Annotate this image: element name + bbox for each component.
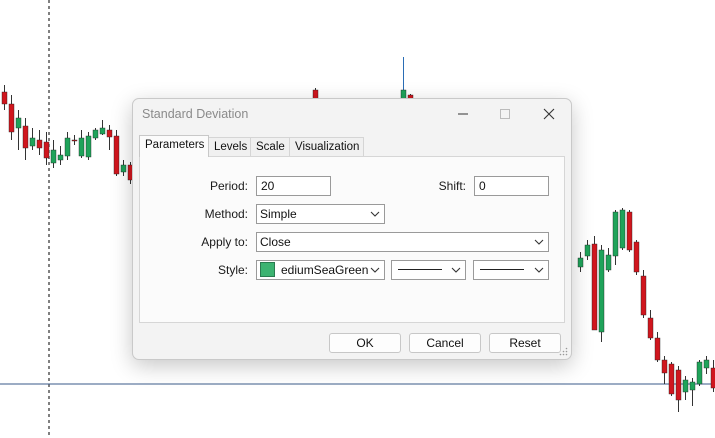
candle-body bbox=[106, 129, 113, 138]
tab-levels[interactable]: Levels bbox=[208, 137, 251, 156]
candle-body bbox=[85, 135, 92, 158]
candle-body bbox=[598, 249, 605, 333]
maximize-icon bbox=[500, 109, 510, 119]
candle-body bbox=[668, 363, 675, 395]
candle-body bbox=[22, 125, 29, 149]
close-button[interactable] bbox=[527, 99, 571, 129]
resize-grip-icon[interactable] bbox=[559, 347, 568, 356]
minimize-icon bbox=[458, 113, 468, 115]
period-input[interactable]: 20 bbox=[256, 176, 331, 196]
candle-body bbox=[605, 254, 612, 271]
candle-body bbox=[99, 127, 106, 135]
candle-body bbox=[696, 361, 703, 385]
candle-body bbox=[633, 241, 640, 273]
maximize-button[interactable] bbox=[483, 99, 527, 129]
candle-body bbox=[675, 369, 682, 401]
chevron-down-icon bbox=[534, 267, 544, 273]
chevron-down-icon bbox=[370, 211, 380, 217]
period-label: Period: bbox=[209, 179, 248, 193]
candle-body bbox=[612, 211, 619, 257]
line-style-sample bbox=[398, 269, 442, 270]
candle-body bbox=[71, 139, 78, 142]
color-swatch bbox=[260, 262, 275, 277]
candle-body bbox=[640, 275, 647, 316]
style-label: Style: bbox=[217, 263, 248, 277]
candle-body bbox=[29, 137, 36, 147]
candle-body bbox=[661, 359, 668, 374]
candle-body bbox=[78, 137, 85, 157]
candle-body bbox=[682, 379, 689, 393]
color-value: ediumSeaGreen bbox=[281, 263, 369, 277]
cancel-button[interactable]: Cancel bbox=[409, 333, 481, 353]
method-value: Simple bbox=[260, 207, 297, 221]
candle-body bbox=[577, 257, 584, 268]
candle-body bbox=[92, 129, 99, 139]
candle-body bbox=[43, 141, 50, 159]
apply-to-value: Close bbox=[260, 235, 291, 249]
ok-button[interactable]: OK bbox=[329, 333, 401, 353]
candle-body bbox=[710, 367, 715, 389]
candle-body bbox=[647, 317, 654, 339]
line-width-sample bbox=[480, 269, 524, 270]
candle-body bbox=[57, 154, 64, 161]
color-select[interactable]: ediumSeaGreen bbox=[256, 260, 385, 280]
candle-body bbox=[8, 103, 15, 133]
candle-body bbox=[15, 117, 22, 129]
candle-body bbox=[703, 359, 710, 369]
candle-body bbox=[654, 337, 661, 361]
chevron-down-icon bbox=[451, 267, 461, 273]
line-style-select[interactable] bbox=[391, 260, 466, 280]
parameters-panel: Period: 20 Shift: 0 Method: Simple Apply… bbox=[139, 156, 565, 323]
minimize-button[interactable] bbox=[441, 99, 485, 129]
candle-body bbox=[36, 139, 43, 149]
candle-body bbox=[64, 137, 71, 157]
standard-deviation-dialog: Standard Deviation Parameters Levels Sca… bbox=[132, 98, 572, 360]
line-width-select[interactable] bbox=[473, 260, 549, 280]
candle-body bbox=[1, 91, 8, 105]
candle-body bbox=[626, 211, 633, 251]
shift-label: Shift: bbox=[438, 179, 466, 193]
tab-visualization[interactable]: Visualization bbox=[289, 137, 364, 156]
chevron-down-icon bbox=[370, 267, 380, 273]
close-icon bbox=[543, 108, 555, 120]
candle-body bbox=[689, 381, 696, 391]
candle-body bbox=[120, 164, 127, 173]
dialog-titlebar[interactable]: Standard Deviation bbox=[133, 99, 571, 129]
apply-to-label: Apply to: bbox=[201, 235, 248, 249]
candle-body bbox=[584, 244, 591, 257]
candle-body bbox=[50, 149, 57, 164]
tab-scale[interactable]: Scale bbox=[250, 137, 290, 156]
shift-input[interactable]: 0 bbox=[474, 176, 549, 196]
tab-parameters[interactable]: Parameters bbox=[139, 135, 209, 157]
reset-button[interactable]: Reset bbox=[489, 333, 561, 353]
method-label: Method: bbox=[204, 207, 248, 221]
candle-body bbox=[619, 209, 626, 249]
method-select[interactable]: Simple bbox=[256, 204, 385, 224]
candle-body bbox=[591, 243, 598, 331]
apply-to-select[interactable]: Close bbox=[256, 232, 549, 252]
candle-body bbox=[113, 135, 120, 175]
dialog-title: Standard Deviation bbox=[142, 107, 249, 121]
chevron-down-icon bbox=[534, 239, 544, 245]
